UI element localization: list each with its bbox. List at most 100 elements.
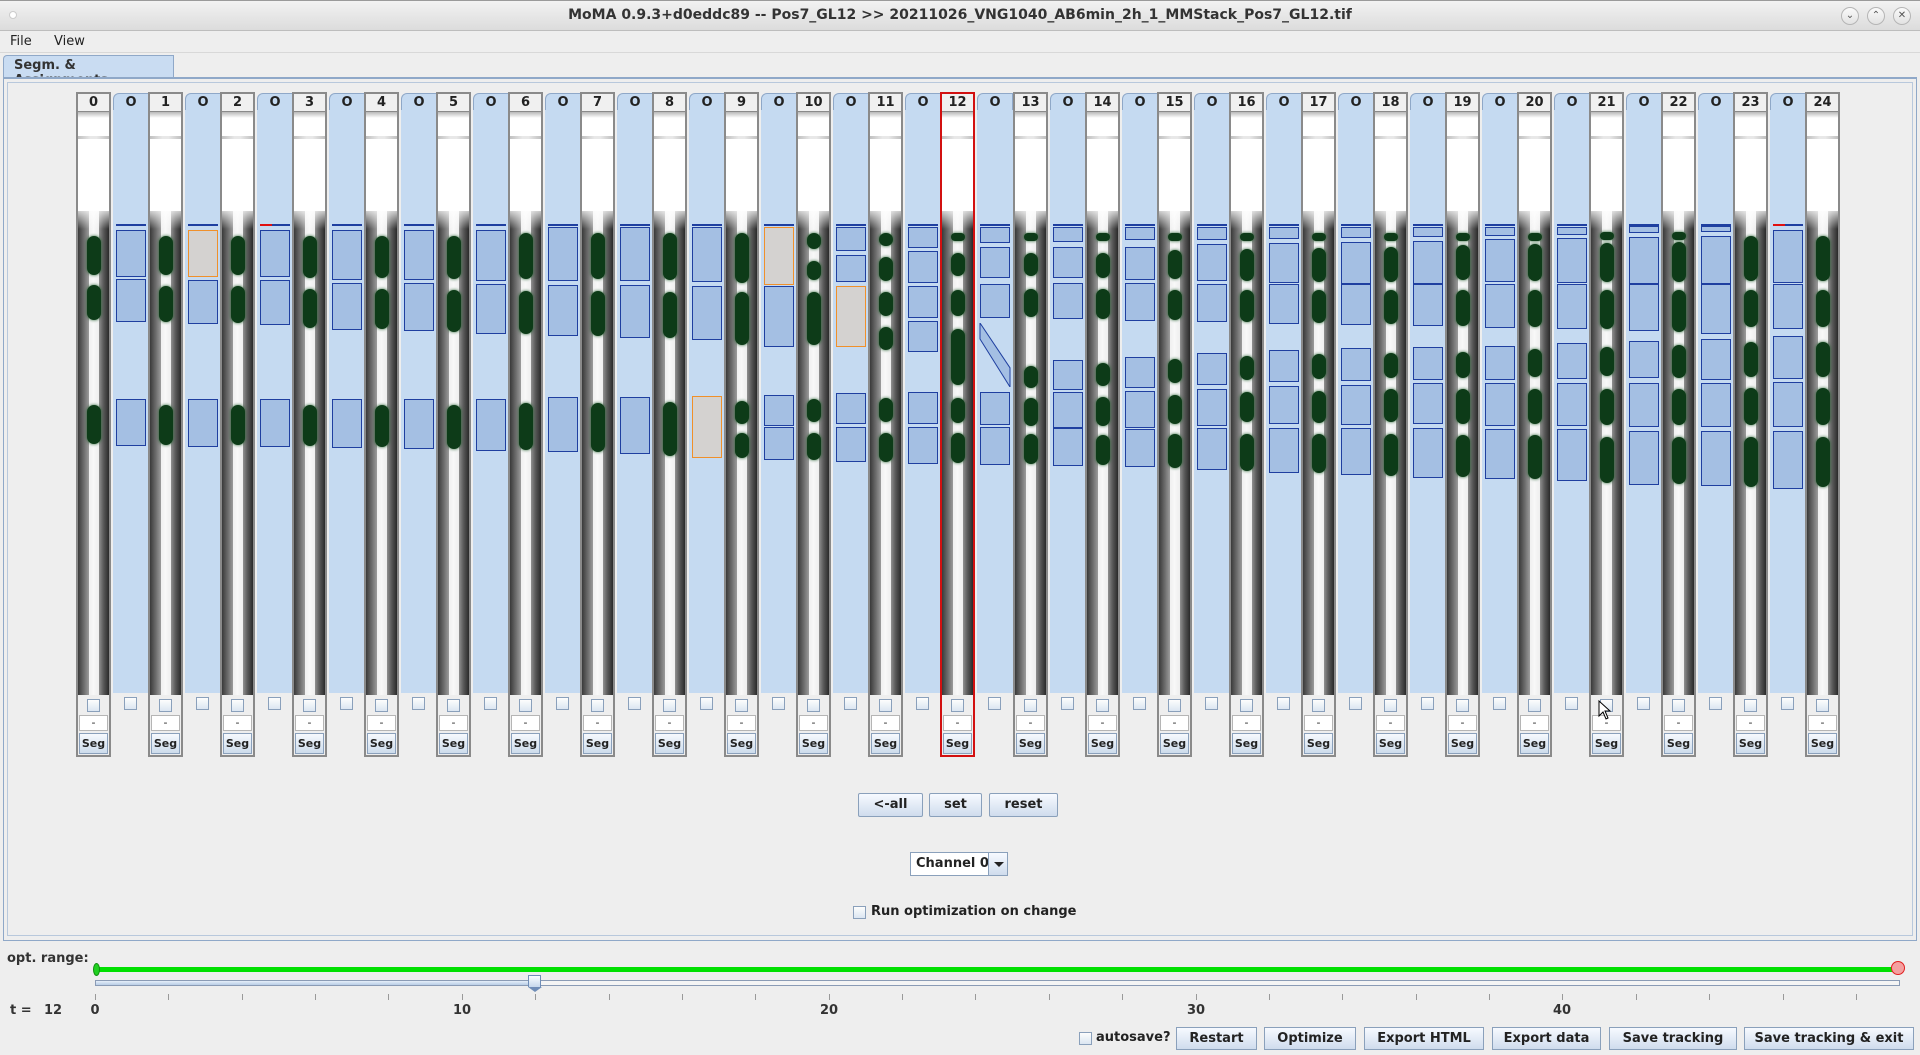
assignment-box[interactable] [1341, 227, 1371, 238]
assignment-box[interactable] [260, 230, 290, 277]
cell-count-field[interactable]: - [295, 715, 324, 731]
timepoint-column[interactable]: 5 - Seg [436, 92, 471, 757]
growth-lane-image[interactable] [1087, 112, 1118, 695]
assignment-box[interactable] [908, 392, 938, 424]
growth-lane-image[interactable] [726, 112, 757, 695]
growth-lane-image[interactable] [1015, 112, 1046, 695]
assignment-box[interactable] [620, 285, 650, 338]
assignment-panel[interactable] [617, 110, 653, 693]
assignment-tab[interactable]: O [1338, 93, 1374, 111]
assignment-tab[interactable]: O [761, 93, 797, 111]
assignment-tab[interactable]: O [473, 93, 509, 111]
timepoint-column[interactable]: 3 - Seg [292, 92, 327, 757]
timepoint-column[interactable]: 15 - Seg [1157, 92, 1192, 757]
assignment-panel[interactable] [1626, 110, 1662, 693]
assignment-box[interactable] [908, 227, 938, 248]
close-icon[interactable]: ✕ [1893, 7, 1911, 25]
assignment-tab[interactable]: O [617, 93, 653, 111]
assignment-tab[interactable]: O [1266, 93, 1302, 111]
timepoint-checkbox[interactable] [159, 699, 172, 712]
cell-count-field[interactable]: - [79, 715, 108, 731]
assignment-panel[interactable] [1266, 110, 1302, 693]
assignment-panel[interactable] [1050, 110, 1086, 693]
assignment-box[interactable] [1125, 391, 1155, 428]
assignment-tab[interactable]: O [689, 93, 725, 111]
timepoint-column[interactable]: 1 - Seg [148, 92, 183, 757]
assignment-panel[interactable] [905, 110, 941, 693]
cell-count-field[interactable]: - [1376, 715, 1405, 731]
assignment-checkbox[interactable] [988, 697, 1001, 710]
assignment-box[interactable] [1701, 236, 1731, 284]
timepoint-column[interactable]: 23 - Seg [1733, 92, 1768, 757]
assignment-box[interactable] [1629, 237, 1659, 284]
assignment-box[interactable] [476, 284, 506, 334]
timepoint-column[interactable]: 14 - Seg [1085, 92, 1120, 757]
cell-count-field[interactable]: - [1304, 715, 1333, 731]
export-data-button[interactable]: Export data [1492, 1027, 1601, 1050]
assignment-tab[interactable]: O [1554, 93, 1590, 111]
timepoint-checkbox[interactable] [1816, 699, 1829, 712]
assignment-box[interactable] [1485, 284, 1515, 328]
assignment-panel[interactable] [833, 110, 869, 693]
timepoint-checkbox[interactable] [879, 699, 892, 712]
assignment-panel[interactable] [761, 110, 797, 693]
assignment-box[interactable] [1341, 284, 1371, 325]
timepoint-checkbox[interactable] [1456, 699, 1469, 712]
cell-count-field[interactable]: - [943, 715, 972, 731]
assignment-box[interactable] [836, 255, 866, 282]
seg-button[interactable]: Seg [439, 733, 468, 754]
growth-lane-image[interactable] [1375, 112, 1406, 695]
assignment-box-active[interactable] [692, 396, 722, 458]
cell-count-field[interactable]: - [871, 715, 900, 731]
assignment-box[interactable] [1701, 339, 1731, 380]
timepoint-checkbox[interactable] [1744, 699, 1757, 712]
cell-count-field[interactable]: - [727, 715, 756, 731]
timepoint-checkbox[interactable] [1240, 699, 1253, 712]
timepoint-checkbox[interactable] [87, 699, 100, 712]
timepoint-column[interactable]: 7 - Seg [580, 92, 615, 757]
timepoint-checkbox[interactable] [951, 699, 964, 712]
seg-button[interactable]: Seg [511, 733, 540, 754]
growth-lane-image[interactable] [1231, 112, 1262, 695]
save-tracking-exit-button[interactable]: Save tracking & exit [1744, 1027, 1914, 1050]
timepoint-checkbox[interactable] [1024, 699, 1037, 712]
assignment-box[interactable] [1485, 346, 1515, 380]
assignment-box[interactable] [836, 227, 866, 251]
opt-range-bar[interactable] [96, 967, 1898, 972]
seg-button[interactable]: Seg [1808, 733, 1837, 754]
assignment-box[interactable] [476, 230, 506, 281]
seg-button[interactable]: Seg [583, 733, 612, 754]
assignment-tab[interactable]: O [1410, 93, 1446, 111]
assignment-tab[interactable]: O [329, 93, 365, 111]
assignment-box[interactable] [332, 399, 362, 448]
assignment-box[interactable] [1341, 428, 1371, 475]
maximize-icon[interactable]: ⌃ [1867, 7, 1885, 25]
timepoint-column[interactable]: 0 - Seg [76, 92, 111, 757]
timepoint-checkbox[interactable] [375, 699, 388, 712]
timepoint-checkbox[interactable] [231, 699, 244, 712]
assignment-box[interactable] [764, 427, 794, 460]
assignment-tab[interactable]: O [185, 93, 221, 111]
timepoint-column[interactable]: 18 - Seg [1373, 92, 1408, 757]
growth-lane-image[interactable] [1807, 112, 1838, 695]
assignment-checkbox[interactable] [1565, 697, 1578, 710]
cell-count-field[interactable]: - [223, 715, 252, 731]
cell-count-field[interactable]: - [439, 715, 468, 731]
seg-button[interactable]: Seg [223, 733, 252, 754]
cell-count-field[interactable]: - [1664, 715, 1693, 731]
assignment-checkbox[interactable] [556, 697, 569, 710]
assignment-panel[interactable] [1194, 110, 1230, 693]
timepoint-checkbox[interactable] [735, 699, 748, 712]
growth-lane-image[interactable] [438, 112, 469, 695]
assignment-checkbox[interactable] [628, 697, 641, 710]
assignment-box[interactable] [908, 321, 938, 352]
opt-range-end-handle[interactable] [1891, 961, 1905, 975]
growth-lane-image[interactable] [1519, 112, 1550, 695]
growth-lane-image[interactable] [1447, 112, 1478, 695]
timepoint-checkbox[interactable] [1384, 699, 1397, 712]
assignment-panel[interactable] [1482, 110, 1518, 693]
growth-lane-image[interactable] [1303, 112, 1334, 695]
assignment-box[interactable] [1413, 428, 1443, 478]
assignment-tab[interactable]: O [905, 93, 941, 111]
timepoint-column[interactable]: 9 - Seg [724, 92, 759, 757]
